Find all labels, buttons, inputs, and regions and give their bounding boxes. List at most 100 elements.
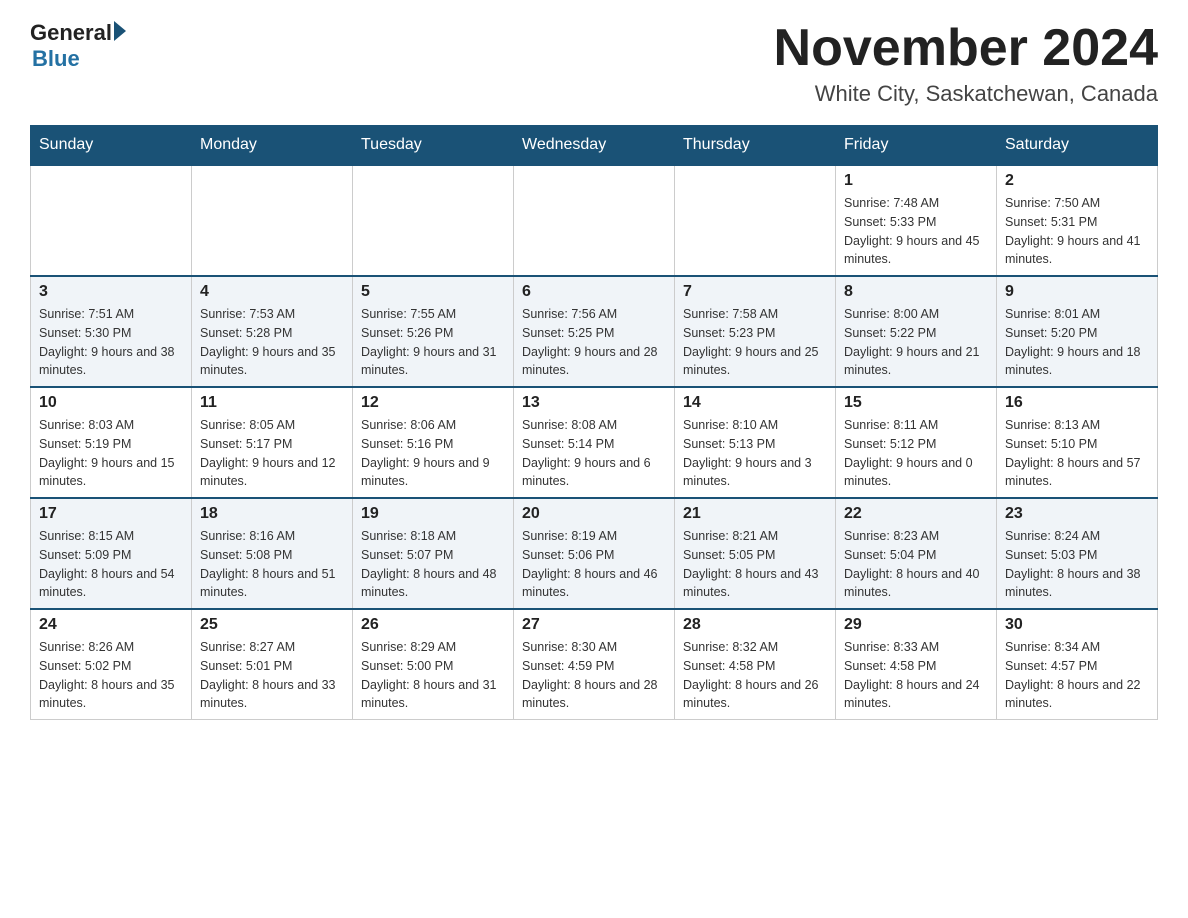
table-row: 25 Sunrise: 8:27 AMSunset: 5:01 PMDayligh… xyxy=(192,609,353,720)
table-row: 3Sunrise: 7:51 AMSunset: 5:30 PMDaylight… xyxy=(31,276,192,387)
day-info: Sunrise: 8:05 AMSunset: 5:17 PMDaylight:… xyxy=(200,416,344,491)
day-info: Sunrise: 7:50 AMSunset: 5:31 PMDaylight:… xyxy=(1005,194,1149,269)
table-row: 9Sunrise: 8:01 AMSunset: 5:20 PMDaylight… xyxy=(997,276,1158,387)
table-row: 23 Sunrise: 8:24 AMSunset: 5:03 PMDayligh… xyxy=(997,498,1158,609)
logo-general-text: General xyxy=(30,20,112,46)
day-info: Sunrise: 8:06 AMSunset: 5:16 PMDaylight:… xyxy=(361,416,505,491)
day-number: 4 xyxy=(200,283,344,301)
day-number: 15 xyxy=(844,394,988,412)
calendar-week-row: 3Sunrise: 7:51 AMSunset: 5:30 PMDaylight… xyxy=(31,276,1158,387)
table-row: 21 Sunrise: 8:21 AMSunset: 5:05 PMDayligh… xyxy=(675,498,836,609)
day-info: Sunrise: 8:13 AMSunset: 5:10 PMDaylight:… xyxy=(1005,416,1149,491)
table-row: 11 Sunrise: 8:05 AMSunset: 5:17 PMDayligh… xyxy=(192,387,353,498)
table-row: 15 Sunrise: 8:11 AMSunset: 5:12 PMDayligh… xyxy=(836,387,997,498)
table-row: 20Sunrise: 8:19 AMSunset: 5:06 PMDayligh… xyxy=(514,498,675,609)
day-number: 9 xyxy=(1005,283,1149,301)
month-title: November 2024 xyxy=(774,20,1158,77)
table-row: 12 Sunrise: 8:06 AMSunset: 5:16 PMDayligh… xyxy=(353,387,514,498)
table-row: 28Sunrise: 8:32 AMSunset: 4:58 PMDayligh… xyxy=(675,609,836,720)
day-number: 11 xyxy=(200,394,344,412)
day-number: 17 xyxy=(39,505,183,523)
calendar-week-row: 1Sunrise: 7:48 AMSunset: 5:33 PMDaylight… xyxy=(31,165,1158,276)
table-row: 14 Sunrise: 8:10 AMSunset: 5:13 PMDayligh… xyxy=(675,387,836,498)
col-monday: Monday xyxy=(192,126,353,166)
day-number: 2 xyxy=(1005,172,1149,190)
day-info: Sunrise: 8:15 AMSunset: 5:09 PMDaylight:… xyxy=(39,527,183,602)
day-info: Sunrise: 8:10 AMSunset: 5:13 PMDaylight:… xyxy=(683,416,827,491)
title-area: November 2024 White City, Saskatchewan, … xyxy=(774,20,1158,107)
table-row: 13 Sunrise: 8:08 AMSunset: 5:14 PMDayligh… xyxy=(514,387,675,498)
logo-blue-text: Blue xyxy=(32,46,80,72)
day-info: Sunrise: 8:08 AMSunset: 5:14 PMDaylight:… xyxy=(522,416,666,491)
day-number: 29 xyxy=(844,616,988,634)
day-number: 26 xyxy=(361,616,505,634)
table-row: 8 Sunrise: 8:00 AMSunset: 5:22 PMDaylight… xyxy=(836,276,997,387)
page-header: General Blue November 2024 White City, S… xyxy=(30,20,1158,107)
day-info: Sunrise: 8:27 AMSunset: 5:01 PMDaylight:… xyxy=(200,638,344,713)
day-number: 10 xyxy=(39,394,183,412)
day-number: 18 xyxy=(200,505,344,523)
table-row: 16 Sunrise: 8:13 AMSunset: 5:10 PMDayligh… xyxy=(997,387,1158,498)
day-number: 19 xyxy=(361,505,505,523)
day-number: 12 xyxy=(361,394,505,412)
day-number: 5 xyxy=(361,283,505,301)
table-row xyxy=(353,165,514,276)
day-number: 24 xyxy=(39,616,183,634)
table-row: 7Sunrise: 7:58 AMSunset: 5:23 PMDaylight… xyxy=(675,276,836,387)
table-row: 10Sunrise: 8:03 AMSunset: 5:19 PMDayligh… xyxy=(31,387,192,498)
calendar-week-row: 17 Sunrise: 8:15 AMSunset: 5:09 PMDayligh… xyxy=(31,498,1158,609)
logo-arrow-icon xyxy=(114,21,126,41)
day-info: Sunrise: 7:53 AMSunset: 5:28 PMDaylight:… xyxy=(200,305,344,380)
day-info: Sunrise: 8:21 AMSunset: 5:05 PMDaylight:… xyxy=(683,527,827,602)
calendar-header-row: Sunday Monday Tuesday Wednesday Thursday… xyxy=(31,126,1158,166)
table-row: 1Sunrise: 7:48 AMSunset: 5:33 PMDaylight… xyxy=(836,165,997,276)
table-row: 4 Sunrise: 7:53 AMSunset: 5:28 PMDaylight… xyxy=(192,276,353,387)
table-row xyxy=(514,165,675,276)
table-row xyxy=(675,165,836,276)
day-info: Sunrise: 8:18 AMSunset: 5:07 PMDaylight:… xyxy=(361,527,505,602)
day-info: Sunrise: 8:29 AMSunset: 5:00 PMDaylight:… xyxy=(361,638,505,713)
table-row: 24 Sunrise: 8:26 AMSunset: 5:02 PMDayligh… xyxy=(31,609,192,720)
table-row: 18 Sunrise: 8:16 AMSunset: 5:08 PMDayligh… xyxy=(192,498,353,609)
day-info: Sunrise: 8:16 AMSunset: 5:08 PMDaylight:… xyxy=(200,527,344,602)
day-info: Sunrise: 7:58 AMSunset: 5:23 PMDaylight:… xyxy=(683,305,827,380)
logo: General Blue xyxy=(30,20,126,72)
day-number: 27 xyxy=(522,616,666,634)
day-number: 23 xyxy=(1005,505,1149,523)
table-row: 2 Sunrise: 7:50 AMSunset: 5:31 PMDaylight… xyxy=(997,165,1158,276)
day-info: Sunrise: 8:23 AMSunset: 5:04 PMDaylight:… xyxy=(844,527,988,602)
day-number: 21 xyxy=(683,505,827,523)
day-number: 14 xyxy=(683,394,827,412)
day-info: Sunrise: 8:30 AMSunset: 4:59 PMDaylight:… xyxy=(522,638,666,713)
day-info: Sunrise: 8:00 AMSunset: 5:22 PMDaylight:… xyxy=(844,305,988,380)
table-row: 6 Sunrise: 7:56 AMSunset: 5:25 PMDaylight… xyxy=(514,276,675,387)
col-saturday: Saturday xyxy=(997,126,1158,166)
day-info: Sunrise: 8:26 AMSunset: 5:02 PMDaylight:… xyxy=(39,638,183,713)
day-info: Sunrise: 8:33 AMSunset: 4:58 PMDaylight:… xyxy=(844,638,988,713)
col-wednesday: Wednesday xyxy=(514,126,675,166)
col-thursday: Thursday xyxy=(675,126,836,166)
day-info: Sunrise: 8:32 AMSunset: 4:58 PMDaylight:… xyxy=(683,638,827,713)
table-row: 29 Sunrise: 8:33 AMSunset: 4:58 PMDayligh… xyxy=(836,609,997,720)
calendar-week-row: 10Sunrise: 8:03 AMSunset: 5:19 PMDayligh… xyxy=(31,387,1158,498)
col-friday: Friday xyxy=(836,126,997,166)
day-number: 13 xyxy=(522,394,666,412)
day-number: 3 xyxy=(39,283,183,301)
location-subtitle: White City, Saskatchewan, Canada xyxy=(774,81,1158,107)
day-number: 6 xyxy=(522,283,666,301)
day-info: Sunrise: 8:24 AMSunset: 5:03 PMDaylight:… xyxy=(1005,527,1149,602)
table-row: 22Sunrise: 8:23 AMSunset: 5:04 PMDayligh… xyxy=(836,498,997,609)
day-info: Sunrise: 8:11 AMSunset: 5:12 PMDaylight:… xyxy=(844,416,988,491)
day-number: 8 xyxy=(844,283,988,301)
table-row: 30Sunrise: 8:34 AMSunset: 4:57 PMDayligh… xyxy=(997,609,1158,720)
day-number: 25 xyxy=(200,616,344,634)
day-info: Sunrise: 8:19 AMSunset: 5:06 PMDaylight:… xyxy=(522,527,666,602)
day-info: Sunrise: 7:55 AMSunset: 5:26 PMDaylight:… xyxy=(361,305,505,380)
col-sunday: Sunday xyxy=(31,126,192,166)
table-row: 17 Sunrise: 8:15 AMSunset: 5:09 PMDayligh… xyxy=(31,498,192,609)
day-number: 30 xyxy=(1005,616,1149,634)
table-row xyxy=(192,165,353,276)
day-number: 16 xyxy=(1005,394,1149,412)
day-number: 1 xyxy=(844,172,988,190)
day-info: Sunrise: 7:56 AMSunset: 5:25 PMDaylight:… xyxy=(522,305,666,380)
